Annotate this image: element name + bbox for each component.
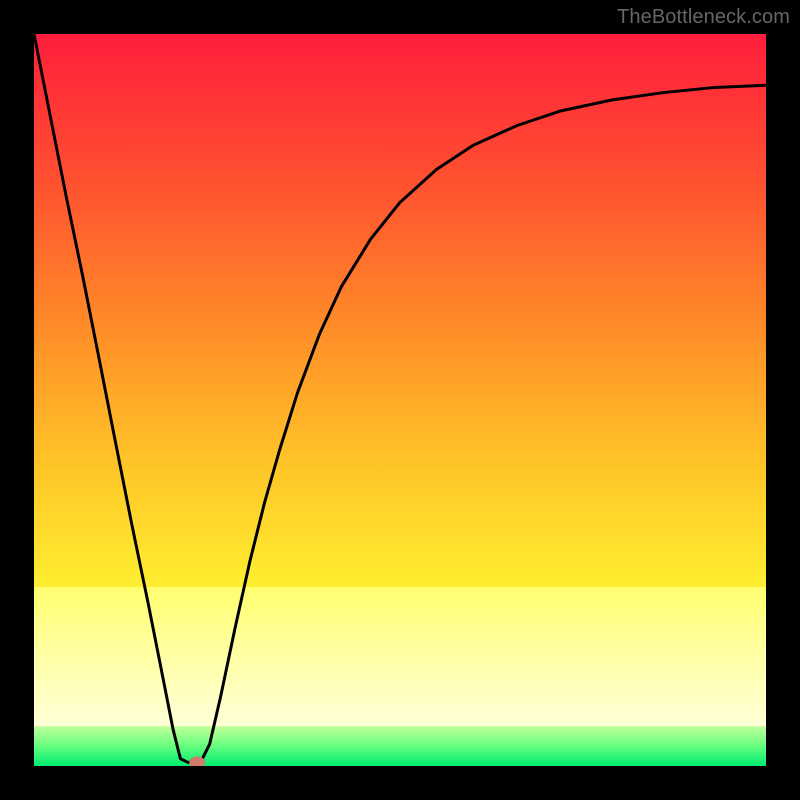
gradient-background (34, 34, 766, 766)
chart-frame: TheBottleneck.com (0, 0, 800, 800)
bottleneck-chart (34, 34, 766, 766)
attribution-text: TheBottleneck.com (617, 6, 790, 29)
plot-area (34, 34, 766, 766)
